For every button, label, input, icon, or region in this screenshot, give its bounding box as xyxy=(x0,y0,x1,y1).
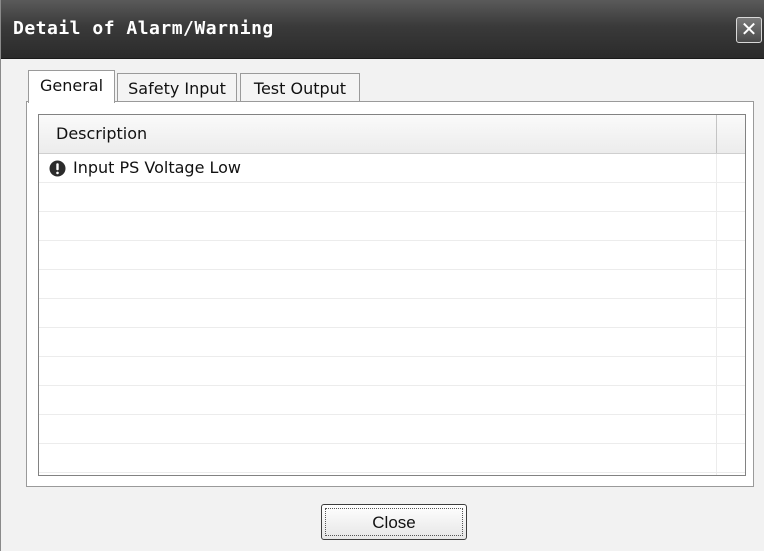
title-bar[interactable]: Detail of Alarm/Warning ✕ xyxy=(1,0,764,59)
list-item-empty xyxy=(39,444,745,473)
alarm-list[interactable]: Description Input PS Voltage Low xyxy=(38,114,746,476)
column-header-description[interactable]: Description xyxy=(39,115,717,153)
list-cell: Input PS Voltage Low xyxy=(39,154,717,182)
close-button[interactable]: Close xyxy=(321,504,467,540)
list-rows: Input PS Voltage Low xyxy=(39,154,745,475)
list-header: Description xyxy=(39,115,745,154)
list-item-empty xyxy=(39,212,745,241)
close-icon: ✕ xyxy=(740,17,758,41)
tab-general[interactable]: General xyxy=(28,70,115,103)
list-item-empty xyxy=(39,415,745,444)
list-item-empty xyxy=(39,241,745,270)
list-item-empty xyxy=(39,357,745,386)
list-item-empty xyxy=(39,299,745,328)
list-item[interactable]: Input PS Voltage Low xyxy=(39,154,745,183)
general-tab-panel: Description Input PS Voltage Low xyxy=(26,101,754,487)
alarm-warning-dialog: Detail of Alarm/Warning ✕ General Safety… xyxy=(0,0,764,551)
window-title: Detail of Alarm/Warning xyxy=(13,18,274,39)
list-item-empty xyxy=(39,328,745,357)
list-item-description: Input PS Voltage Low xyxy=(73,158,242,177)
tab-test-output[interactable]: Test Output xyxy=(240,73,360,102)
list-item-empty xyxy=(39,473,745,475)
list-item-empty xyxy=(39,183,745,212)
list-item-empty xyxy=(39,270,745,299)
list-item-empty xyxy=(39,386,745,415)
window-close-button[interactable]: ✕ xyxy=(736,17,762,43)
tab-safety-input[interactable]: Safety Input xyxy=(117,73,237,102)
close-button-label: Close xyxy=(325,508,463,536)
alarm-exclamation-icon xyxy=(49,160,66,177)
